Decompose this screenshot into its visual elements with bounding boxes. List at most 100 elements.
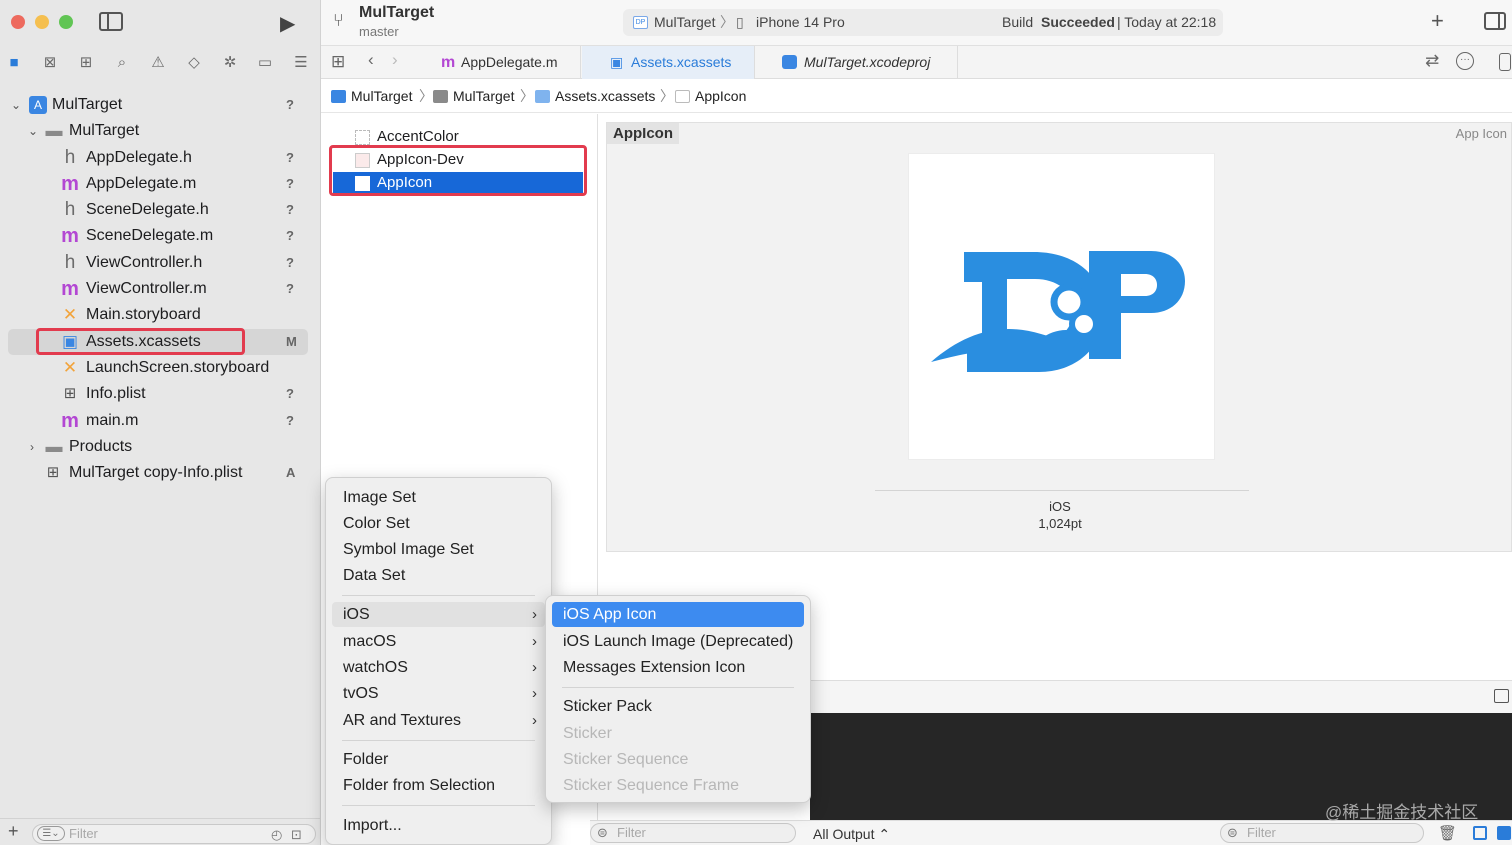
breadcrumb-item[interactable]: MulTarget xyxy=(331,80,412,112)
menu-item-data-set[interactable]: Data Set xyxy=(332,563,545,588)
asset-title: AppIcon xyxy=(607,123,679,144)
menu-item-watchos[interactable]: watchOS › xyxy=(332,655,545,680)
tree-row-file[interactable]: m SceneDelegate.m ? xyxy=(0,223,321,249)
tree-row-file[interactable]: m ViewController.m ? xyxy=(0,276,321,302)
zoom-window-button[interactable] xyxy=(59,15,73,29)
asset-type-label: App Icon xyxy=(1455,126,1507,141)
app-icon-well[interactable] xyxy=(908,153,1215,460)
split-editor-icon[interactable]: ⇄ xyxy=(1425,51,1439,71)
icon-size-label: 1,024pt xyxy=(1038,516,1082,531)
menu-item-sticker-pack[interactable]: Sticker Pack xyxy=(552,694,804,719)
source-control-icon[interactable]: ⊠ xyxy=(40,53,60,73)
xcode-project-icon xyxy=(782,55,797,69)
tree-row-file[interactable]: m main.m ? xyxy=(0,408,321,434)
chevron-right-icon[interactable]: › xyxy=(30,434,34,460)
tree-row-file[interactable]: ✕ LaunchScreen.storyboard xyxy=(0,355,321,381)
inspector-toggle-icon[interactable] xyxy=(1484,12,1506,30)
objc-file-icon: m xyxy=(61,225,79,247)
folder-icon: ▬ xyxy=(45,437,63,456)
tab-appdelegate[interactable]: m AppDelegate.m xyxy=(421,46,581,79)
forward-icon[interactable]: › xyxy=(392,50,398,70)
asset-catalog-icon: ▣ xyxy=(610,54,624,70)
test-icon[interactable]: ◇ xyxy=(184,53,204,73)
debug-icon[interactable]: ✲ xyxy=(220,53,240,73)
recent-files-icon[interactable]: ◴ xyxy=(271,826,282,844)
folder-icon[interactable]: ■ xyxy=(4,53,24,73)
tree-row-project[interactable]: ⌄ A MulTarget ? xyxy=(0,92,321,118)
editor-tab-bar: ⊞ ‹ › m AppDelegate.m ▣ Assets.xcassets … xyxy=(321,46,1512,79)
tree-row-file[interactable]: h SceneDelegate.h ? xyxy=(0,197,321,223)
chevron-right-icon: › xyxy=(532,685,537,702)
tree-row-file[interactable]: ⊞ MulTarget copy-Info.plist A xyxy=(0,460,321,486)
breakpoint-icon[interactable]: ▭ xyxy=(255,53,275,73)
minimize-window-button[interactable] xyxy=(35,15,49,29)
issue-icon[interactable]: ⚠ xyxy=(148,53,168,73)
menu-item-label: tvOS xyxy=(343,685,379,702)
show-console-icon[interactable] xyxy=(1497,826,1511,840)
tree-row-file[interactable]: ✕ Main.storyboard xyxy=(0,302,321,328)
plist-icon: ⊞ xyxy=(63,385,77,402)
plist-icon: ⊞ xyxy=(46,464,60,481)
show-variables-icon[interactable] xyxy=(1473,826,1487,840)
tree-row-file[interactable]: h ViewController.h ? xyxy=(0,250,321,276)
close-window-button[interactable] xyxy=(11,15,25,29)
menu-item-image-set[interactable]: Image Set xyxy=(332,485,545,510)
variables-filter-input[interactable]: ⊜ Filter xyxy=(590,823,796,843)
tree-row-file[interactable]: ⊞ Info.plist ? xyxy=(0,381,321,407)
tree-row-file[interactable]: m AppDelegate.m ? xyxy=(0,171,321,197)
device-selector[interactable]: iPhone 14 Pro xyxy=(756,9,845,36)
objc-file-icon: m xyxy=(61,410,79,432)
tree-label: ViewController.h xyxy=(86,254,203,271)
build-time: | Today at 22:18 xyxy=(1117,14,1217,30)
menu-item-label: AR and Textures xyxy=(343,712,461,729)
filter-options-icon[interactable]: ☰⌄ xyxy=(37,826,65,841)
trash-icon[interactable]: 🗑 xyxy=(1438,824,1457,842)
symbol-navigator-icon[interactable]: ⊞ xyxy=(76,53,96,73)
menu-item-folder[interactable]: Folder xyxy=(332,747,545,772)
add-icon[interactable]: + xyxy=(8,821,19,842)
status-badge: ? xyxy=(286,150,294,165)
scheme-selector[interactable]: MulTarget xyxy=(654,9,715,36)
menu-item-macos[interactable]: macOS › xyxy=(332,629,545,654)
back-icon[interactable]: ‹ xyxy=(368,50,374,70)
hide-debug-area-icon[interactable] xyxy=(1494,689,1509,703)
menu-item-import[interactable]: Import... xyxy=(332,813,545,838)
menu-item-sticker: Sticker xyxy=(563,725,612,742)
report-icon[interactable]: ☰ xyxy=(291,53,311,73)
tree-row-group[interactable]: ⌄ ▬ MulTarget xyxy=(0,118,321,144)
window-toolbar: ⑂ MulTarget master DP MulTarget 〉 ▯ iPho… xyxy=(321,0,1512,46)
tree-row-file[interactable]: h AppDelegate.h ? xyxy=(0,145,321,171)
tab-assets[interactable]: ▣ Assets.xcassets xyxy=(582,46,755,79)
menu-item-folder-from-selection[interactable]: Folder from Selection xyxy=(332,773,545,798)
menu-item-tvos[interactable]: tvOS › xyxy=(332,681,545,706)
breadcrumb-item[interactable]: MulTarget xyxy=(433,80,514,112)
asset-detail-pane: AppIcon App Icon iOS 1,024pt xyxy=(606,122,1512,552)
menu-item-ios-launch-image[interactable]: iOS Launch Image (Deprecated) xyxy=(552,629,804,654)
sidebar-toggle-icon[interactable] xyxy=(99,12,123,31)
related-items-icon[interactable]: ⊞ xyxy=(331,52,345,72)
menu-item-ar-textures[interactable]: AR and Textures › xyxy=(332,708,545,733)
more-options-icon[interactable]: ··· xyxy=(1456,52,1474,70)
breadcrumb-item[interactable]: AppIcon xyxy=(675,80,746,112)
chevron-down-icon[interactable]: ⌄ xyxy=(11,92,21,118)
source-control-filter-icon[interactable]: ⊡ xyxy=(291,826,302,844)
library-add-icon[interactable]: + xyxy=(1431,8,1444,34)
output-selector[interactable]: All Output ⌃ xyxy=(813,826,890,843)
tab-xcodeproj[interactable]: MulTarget.xcodeproj xyxy=(756,46,958,79)
folder-icon xyxy=(433,90,448,103)
tree-row-group[interactable]: › ▬ Products xyxy=(0,434,321,460)
editor-layout-icon[interactable] xyxy=(1499,53,1511,71)
menu-item-messages-extension-icon[interactable]: Messages Extension Icon xyxy=(552,655,804,680)
menu-item-ios-app-icon[interactable]: iOS App Icon xyxy=(552,602,804,627)
chevron-down-icon[interactable]: ⌄ xyxy=(28,118,38,144)
console-filter-input[interactable]: ⊜ Filter xyxy=(1220,823,1424,843)
filter-placeholder: Filter xyxy=(617,825,646,840)
navigator-filter-input[interactable]: ☰⌄ Filter ◴ ⊡ xyxy=(32,824,316,844)
menu-item-ios[interactable]: iOS › xyxy=(332,602,545,627)
breadcrumb-item[interactable]: Assets.xcassets xyxy=(535,80,655,112)
find-icon[interactable]: ⌕ xyxy=(112,53,132,73)
menu-item-symbol-image-set[interactable]: Symbol Image Set xyxy=(332,537,545,562)
add-asset-menu: Image Set Color Set Symbol Image Set Dat… xyxy=(325,477,552,845)
run-button[interactable]: ▶ xyxy=(280,11,295,36)
menu-item-color-set[interactable]: Color Set xyxy=(332,511,545,536)
